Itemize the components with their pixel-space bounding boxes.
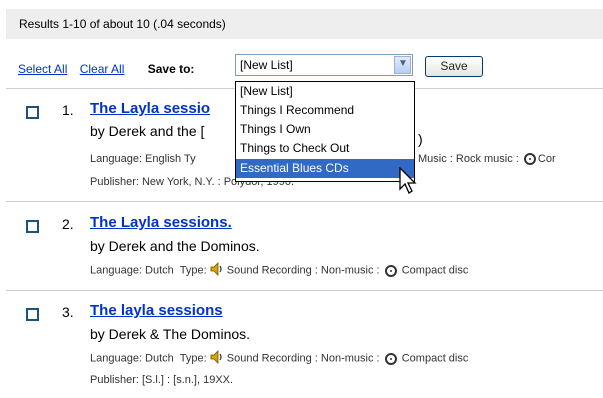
result-number: 2.	[62, 216, 74, 232]
speaker-icon	[210, 262, 224, 279]
select-all-link[interactable]: Select All	[18, 62, 67, 76]
result-meta: Language: Dutch Type: Sound Recording : …	[90, 262, 468, 279]
save-to-list-dropdown[interactable]: [New List] Things I Recommend Things I O…	[235, 81, 415, 182]
save-button[interactable]: Save	[425, 56, 483, 77]
result-number: 1.	[62, 102, 74, 118]
results-count-text: Results 1-10 of about 10 (.04 seconds)	[19, 17, 226, 31]
result-checkbox[interactable]	[26, 308, 39, 321]
result-language: Language: Dutch	[90, 352, 174, 365]
dropdown-option-new-list[interactable]: [New List]	[236, 82, 414, 101]
speaker-icon	[210, 350, 224, 367]
save-to-label: Save to:	[147, 62, 195, 76]
result-type: Sound Recording : Non-music :	[226, 264, 380, 277]
dropdown-option-things-to-check-out[interactable]: Things to Check Out	[236, 139, 414, 158]
compact-disc-icon	[523, 153, 536, 166]
mouse-cursor-icon	[398, 166, 418, 200]
compact-disc-icon	[384, 264, 397, 277]
result-title-link[interactable]: The Layla sessions.	[90, 214, 232, 231]
dropdown-arrow-icon[interactable]: ▼	[394, 56, 411, 74]
result-author: by Derek and the [	[90, 123, 205, 139]
results-toolbar: Select All Clear All Save to:	[18, 62, 194, 76]
result-author-tail: )	[418, 131, 423, 147]
result-type: Music : Rock music :	[418, 153, 519, 165]
compact-disc-icon	[384, 352, 397, 365]
result-checkbox[interactable]	[26, 106, 39, 119]
divider	[6, 201, 603, 202]
result-author: by Derek and the Dominos.	[90, 238, 260, 254]
result-meta: Language: Dutch Type: Sound Recording : …	[90, 350, 468, 367]
result-number: 3.	[62, 304, 74, 320]
result-type-tail: Music : Rock music : Cor	[418, 153, 556, 166]
result-title-link[interactable]: The Layla sessio	[90, 100, 210, 117]
result-language: Language: Dutch	[90, 264, 174, 277]
result-format: Compact disc	[401, 352, 469, 365]
result-format: Cor	[537, 153, 556, 165]
result-format: Compact disc	[401, 264, 469, 277]
result-type-label: Type:	[179, 352, 207, 365]
result-checkbox[interactable]	[26, 220, 39, 233]
result-title-link[interactable]: The layla sessions	[90, 302, 223, 319]
result-publisher: Publisher: [S.l.] : [s.n.], 19XX.	[90, 374, 234, 386]
result-author: by Derek & The Dominos.	[90, 326, 251, 342]
result-language: Language: English Ty	[90, 153, 196, 165]
result-type-label: Type:	[179, 264, 207, 277]
save-to-list-select[interactable]: [New List] ▼	[235, 54, 413, 76]
dropdown-option-things-i-recommend[interactable]: Things I Recommend	[236, 101, 414, 120]
results-summary-bar: Results 1-10 of about 10 (.04 seconds)	[6, 9, 603, 39]
dropdown-option-essential-blues-cds[interactable]: Essential Blues CDs	[236, 159, 414, 178]
result-type: Sound Recording : Non-music :	[226, 352, 380, 365]
save-to-list-value: [New List]	[240, 58, 293, 72]
dropdown-option-things-i-own[interactable]: Things I Own	[236, 120, 414, 139]
divider	[6, 290, 603, 291]
clear-all-link[interactable]: Clear All	[80, 62, 125, 76]
